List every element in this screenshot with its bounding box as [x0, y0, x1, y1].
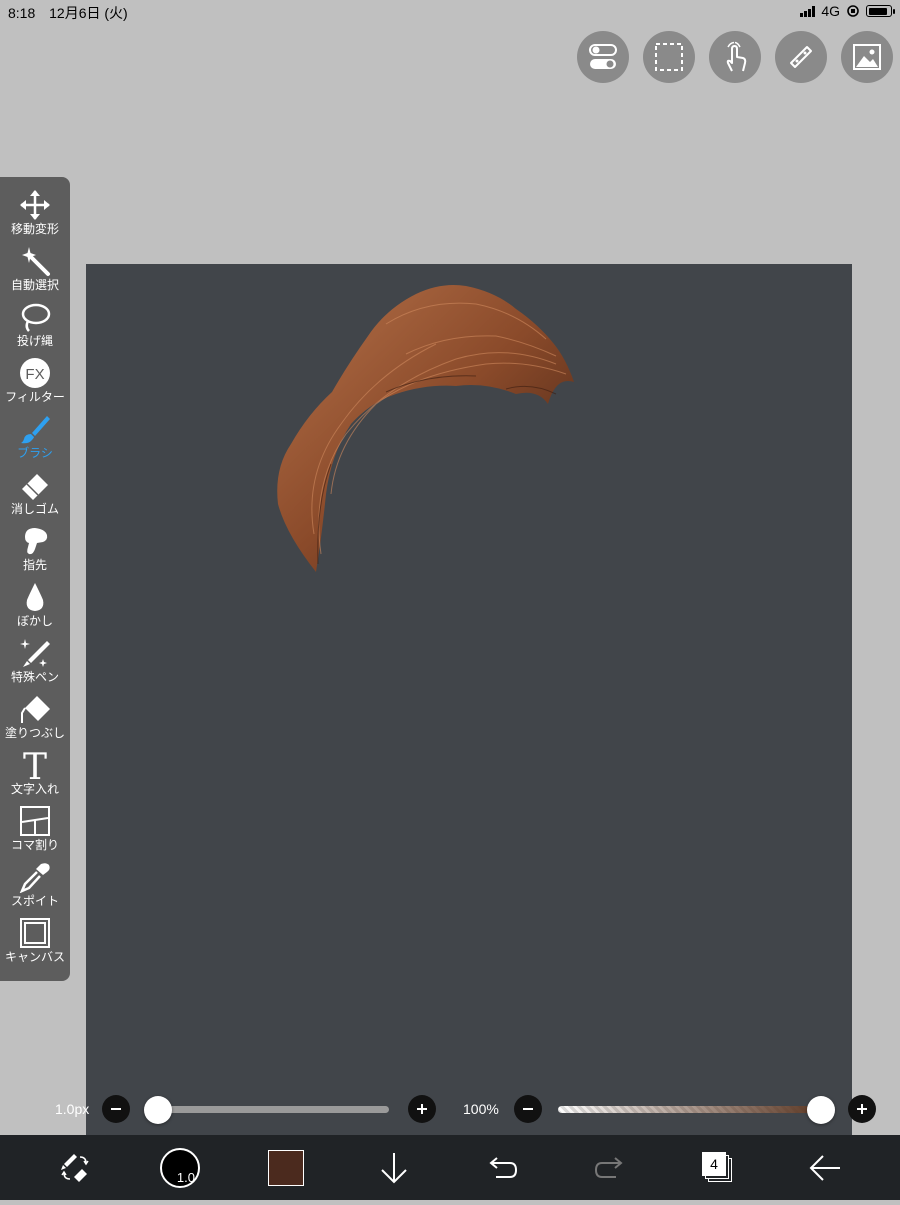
svg-text:FX: FX: [25, 366, 44, 383]
brush-size-value: 1.0: [176, 1169, 195, 1185]
minus-icon: [111, 1108, 121, 1110]
size-increase-button[interactable]: [408, 1095, 436, 1123]
current-color-swatch: [268, 1149, 304, 1186]
tool-eraser[interactable]: 消しゴム: [0, 467, 70, 523]
tool-fill[interactable]: 塗りつぶし: [0, 691, 70, 747]
tool-label: スポイト: [10, 894, 59, 908]
tool-brush[interactable]: ブラシ: [0, 411, 70, 467]
brush-size-label: 1.0px: [55, 1101, 90, 1117]
arrow-left-icon: [809, 1154, 840, 1181]
orientation-lock-icon: [847, 5, 859, 17]
top-toolbar: [577, 31, 893, 83]
brush-eraser-swap-icon: [61, 1153, 89, 1182]
bucket-fill-icon: [21, 696, 50, 723]
gesture-button[interactable]: [709, 31, 761, 83]
tool-label: 指先: [22, 558, 47, 572]
network-type: 4G: [821, 3, 840, 19]
tool-label: 文字入れ: [10, 782, 59, 796]
tool-filter[interactable]: FX フィルター: [0, 355, 70, 411]
canvas-icon: [20, 918, 50, 948]
tool-label: 投げ縄: [16, 334, 53, 348]
plus-icon: [417, 1104, 427, 1114]
bottom-toolbar: 1.0 4: [0, 1135, 900, 1200]
material-button[interactable]: [841, 31, 893, 83]
brush-size-button[interactable]: 1.0: [158, 1135, 202, 1200]
status-time: 8:18: [8, 5, 36, 21]
finger-icon: [25, 528, 48, 555]
magic-wand-icon: [22, 247, 50, 276]
fx-icon: FX: [20, 358, 50, 388]
status-date: 12月6日 (火): [49, 5, 128, 21]
tool-label: 消しゴム: [10, 502, 59, 516]
layers-button[interactable]: 4: [700, 1135, 736, 1200]
slider-row: 1.0px 100%: [0, 1090, 900, 1130]
tool-label: 自動選択: [10, 278, 59, 292]
tool-label: ぼかし: [16, 614, 53, 628]
brush-size-slider[interactable]: [150, 1106, 389, 1113]
opacity-thumb[interactable]: [807, 1096, 835, 1124]
signal-icon: [800, 5, 816, 17]
svg-text:T: T: [23, 749, 47, 781]
toggle-settings-button[interactable]: [577, 31, 629, 83]
brush-size-thumb[interactable]: [144, 1096, 172, 1124]
lasso-icon: [21, 303, 51, 332]
back-button[interactable]: [805, 1135, 845, 1200]
battery-icon: [866, 5, 895, 17]
tool-label: ブラシ: [17, 446, 53, 460]
download-button[interactable]: [376, 1135, 412, 1200]
redo-icon: [594, 1156, 623, 1178]
toggle-settings-icon: [589, 44, 617, 69]
tool-label: コマ割り: [10, 838, 59, 852]
opacity-increase-button[interactable]: [848, 1095, 876, 1123]
selection-button[interactable]: [643, 31, 695, 83]
tool-smudge[interactable]: 指先: [0, 523, 70, 579]
gesture-icon: [726, 41, 747, 72]
arrow-down-icon: [381, 1152, 407, 1183]
tool-canvas[interactable]: キャンバス: [0, 915, 70, 971]
tool-label: キャンバス: [4, 950, 65, 964]
tool-palette: 移動変形 自動選択 投げ縄 FX フィルター ブラシ 消しゴム 指先 ぼかし 特…: [0, 177, 70, 981]
tool-text[interactable]: T 文字入れ: [0, 747, 70, 803]
opacity-slider[interactable]: [558, 1106, 820, 1113]
brush-size-indicator: 1.0: [160, 1147, 200, 1188]
tool-label: 特殊ペン: [10, 670, 59, 684]
undo-icon: [489, 1156, 518, 1178]
status-bar: 8:18 12月6日 (火) 4G: [0, 0, 900, 24]
drawing-canvas[interactable]: [86, 264, 852, 1200]
panel-divide-icon: [20, 806, 50, 836]
opacity-decrease-button[interactable]: [514, 1095, 542, 1123]
eyedropper-icon: [19, 863, 50, 893]
tool-label: フィルター: [5, 390, 65, 404]
layer-count: 4: [702, 1151, 726, 1176]
brush-icon: [21, 416, 50, 444]
minus-icon: [523, 1108, 533, 1110]
blur-drop-icon: [26, 583, 44, 611]
tool-special-pen[interactable]: 特殊ペン: [0, 635, 70, 691]
tool-frame-divider[interactable]: コマ割り: [0, 803, 70, 859]
eraser-icon: [22, 474, 48, 500]
text-icon: T: [23, 749, 47, 781]
size-decrease-button[interactable]: [102, 1095, 130, 1123]
layers-icon: 4: [702, 1151, 734, 1184]
tool-blur[interactable]: ぼかし: [0, 579, 70, 635]
plus-icon: [857, 1104, 867, 1114]
redo-button[interactable]: [592, 1135, 628, 1200]
tool-move-transform[interactable]: 移動変形: [0, 187, 70, 243]
color-button[interactable]: [266, 1135, 306, 1200]
tool-label: 塗りつぶし: [4, 726, 66, 740]
swap-tool-button[interactable]: [50, 1135, 100, 1200]
special-pen-icon: [20, 639, 50, 667]
move-icon: [20, 190, 50, 220]
ruler-button[interactable]: [775, 31, 827, 83]
material-image-icon: [853, 44, 881, 70]
tool-auto-select[interactable]: 自動選択: [0, 243, 70, 299]
opacity-label: 100%: [463, 1101, 499, 1117]
tool-lasso[interactable]: 投げ縄: [0, 299, 70, 355]
ruler-icon: [790, 46, 812, 68]
tool-eyedropper[interactable]: スポイト: [0, 859, 70, 915]
selection-icon: [655, 43, 683, 71]
tool-label: 移動変形: [10, 222, 59, 236]
undo-button[interactable]: [484, 1135, 520, 1200]
hair-artwork: [277, 285, 574, 572]
